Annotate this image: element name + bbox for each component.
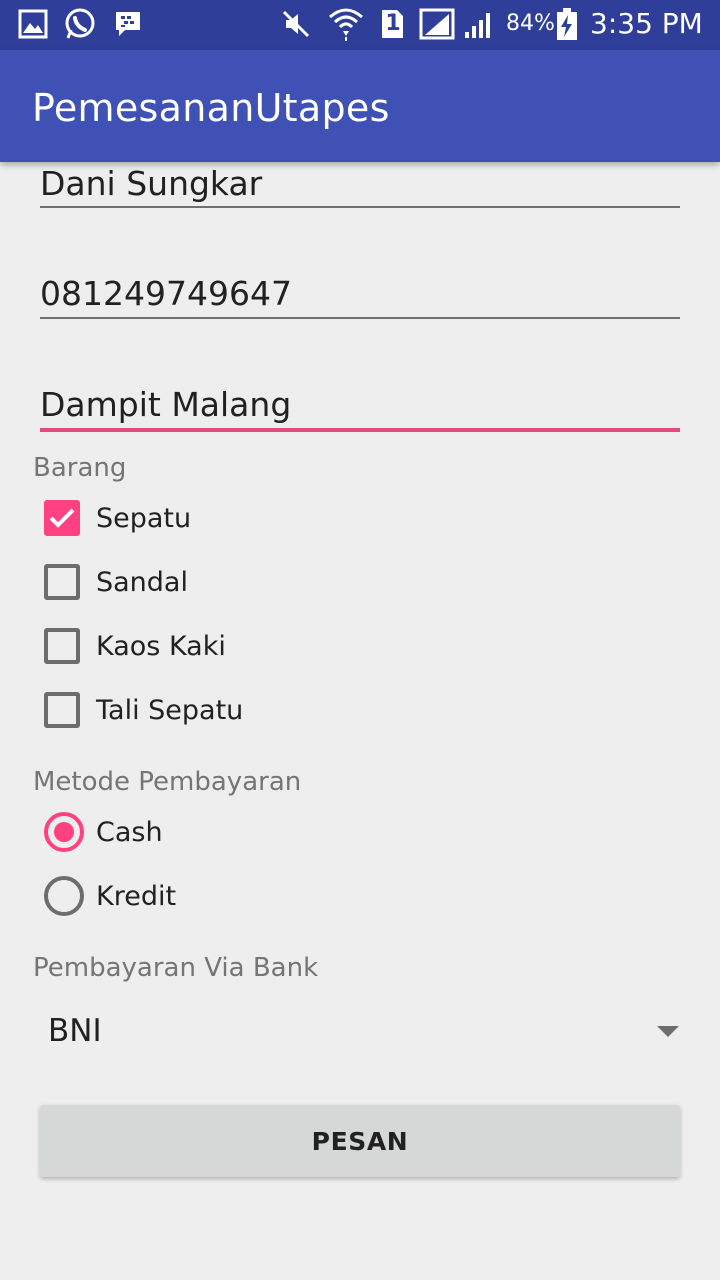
name-input[interactable] (40, 162, 680, 204)
address-field[interactable] (40, 383, 680, 432)
radio-label: Cash (96, 816, 163, 848)
battery-percent: 84% (506, 11, 555, 36)
checkbox-label: Kaos Kaki (96, 630, 226, 662)
name-underline (40, 206, 680, 208)
bank-spinner[interactable]: BNI (40, 1005, 685, 1057)
radio-kredit[interactable]: Kredit (44, 874, 176, 918)
status-time: 3:35 PM (590, 7, 703, 40)
checkbox-sandal[interactable]: Sandal (44, 560, 188, 604)
phone-underline (40, 317, 680, 319)
checkbox-tali-sepatu[interactable]: Tali Sepatu (44, 688, 243, 732)
gallery-icon (16, 8, 50, 40)
checkbox-kaos-kaki[interactable]: Kaos Kaki (44, 624, 226, 668)
name-field[interactable] (40, 162, 680, 208)
checkbox-checked-icon[interactable] (44, 500, 80, 536)
payment-method-label: Metode Pembayaran (33, 767, 302, 797)
address-input[interactable] (40, 383, 680, 425)
radio-label: Kredit (96, 880, 177, 912)
barang-label: Barang (33, 453, 127, 483)
checkbox-sepatu[interactable]: Sepatu (44, 496, 191, 540)
bank-selected-value: BNI (48, 1013, 102, 1049)
signal-icon (462, 8, 496, 40)
dropdown-arrow-icon[interactable] (657, 1025, 679, 1037)
radio-selected-icon[interactable] (44, 812, 84, 852)
whatsapp-icon (62, 8, 98, 40)
signal-icon (418, 8, 456, 40)
radio-cash[interactable]: Cash (44, 810, 163, 854)
checkbox-unchecked-icon[interactable] (44, 692, 80, 728)
radio-unselected-icon[interactable] (44, 876, 84, 916)
bank-label: Pembayaran Via Bank (33, 953, 319, 983)
app-bar: PemesananUtapes (0, 50, 720, 162)
checkbox-label: Sepatu (96, 502, 192, 534)
checkbox-label: Sandal (96, 566, 188, 598)
sim-slot-number: 1 (385, 11, 401, 36)
mute-icon (280, 8, 312, 40)
pesan-button[interactable]: PESAN (40, 1105, 680, 1177)
checkbox-unchecked-icon[interactable] (44, 564, 80, 600)
phone-input[interactable] (40, 272, 680, 314)
status-bar: 1 84% 3:35 PM (0, 0, 720, 50)
radio-dot (54, 822, 74, 842)
wifi-icon (328, 8, 364, 41)
phone-field[interactable] (40, 272, 680, 319)
battery-charging-icon (555, 8, 579, 40)
address-underline (40, 428, 680, 432)
app-title: PemesananUtapes (32, 86, 390, 130)
checkbox-unchecked-icon[interactable] (44, 628, 80, 664)
checkbox-label: Tali Sepatu (96, 694, 244, 726)
bbm-icon (112, 8, 144, 40)
